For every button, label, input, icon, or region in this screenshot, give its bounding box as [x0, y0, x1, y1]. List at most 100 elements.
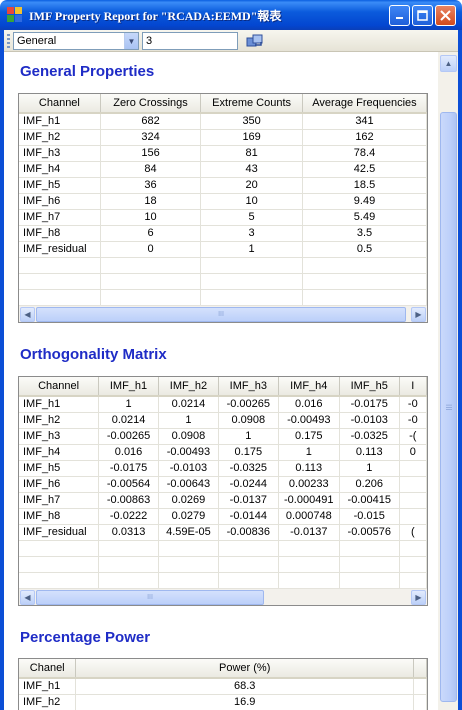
refresh-button[interactable]: [246, 33, 264, 49]
table-cell[interactable]: 350: [200, 113, 303, 130]
table-cell[interactable]: -0.00265: [98, 428, 159, 445]
table-row[interactable]: IMF_h4 0.016 -0.00493 0.175 1 0.113 0: [19, 444, 427, 461]
table-cell[interactable]: 78.4: [302, 145, 427, 162]
table-row[interactable]: IMF_h2 16.9: [19, 694, 427, 710]
table-cell[interactable]: -0.0175: [339, 396, 400, 413]
table-cell[interactable]: 1: [200, 241, 303, 258]
table-cell[interactable]: 0.0908: [218, 412, 279, 429]
table-cell[interactable]: [399, 476, 427, 493]
table-cell[interactable]: 3: [200, 225, 303, 242]
table-cell[interactable]: 0.0313: [98, 524, 159, 541]
table-cell[interactable]: -0.00643: [158, 476, 219, 493]
table-cell[interactable]: 0.113: [339, 444, 400, 461]
row-channel-cell[interactable]: IMF_h5: [19, 460, 100, 477]
minimize-button[interactable]: [389, 5, 410, 26]
table-cell[interactable]: 0.175: [218, 444, 279, 461]
table-cell[interactable]: 9.49: [302, 193, 427, 210]
table-row[interactable]: IMF_h2 324 169 162: [19, 129, 427, 146]
table-cell[interactable]: 16.9: [75, 694, 415, 710]
column-header[interactable]: Channel: [19, 377, 100, 397]
table-cell[interactable]: 20: [200, 177, 303, 194]
table-cell[interactable]: -0.0175: [98, 460, 159, 477]
table-cell[interactable]: 1: [158, 412, 219, 429]
table-cell[interactable]: -0.00576: [339, 524, 400, 541]
table-cell[interactable]: -(: [399, 428, 427, 445]
table-cell[interactable]: -0.00493: [158, 444, 219, 461]
maximize-button[interactable]: [412, 5, 433, 26]
row-channel-cell[interactable]: IMF_h4: [19, 161, 101, 178]
row-channel-cell[interactable]: IMF_h6: [19, 193, 101, 210]
row-channel-cell[interactable]: IMF_h1: [19, 678, 77, 695]
table-row[interactable]: IMF_h8 6 3 3.5: [19, 225, 427, 242]
table-cell[interactable]: -0.00863: [98, 492, 159, 509]
table-cell[interactable]: 0.0908: [158, 428, 219, 445]
table-cell[interactable]: 0.113: [278, 460, 340, 477]
row-channel-cell[interactable]: IMF_h4: [19, 444, 100, 461]
row-channel-cell[interactable]: IMF_residual: [19, 524, 100, 541]
table-row[interactable]: IMF_h6 -0.00564 -0.00643 -0.0244 0.00233 0.20…: [19, 476, 427, 493]
table-cell[interactable]: -0: [399, 396, 427, 413]
table-cell[interactable]: -0.00493: [278, 412, 340, 429]
table-cell[interactable]: 0.0214: [158, 396, 219, 413]
table-cell[interactable]: -0.00836: [218, 524, 279, 541]
table-cell[interactable]: -0.0325: [218, 460, 279, 477]
column-header[interactable]: I: [399, 377, 427, 397]
table-cell[interactable]: 81: [200, 145, 303, 162]
general-grid-hscrollbar[interactable]: ◀ III ▶: [19, 305, 427, 322]
table-cell[interactable]: (: [399, 524, 427, 541]
table-cell[interactable]: 0.0279: [158, 508, 219, 525]
column-header[interactable]: Channel: [19, 94, 101, 114]
table-row[interactable]: IMF_residual 0 1 0.5: [19, 241, 427, 258]
table-cell[interactable]: -0.0222: [98, 508, 159, 525]
toolbar-grip[interactable]: [7, 34, 10, 49]
close-button[interactable]: [435, 5, 456, 26]
column-header[interactable]: Chanel: [19, 659, 77, 679]
report-type-combo[interactable]: General ▼: [13, 32, 139, 50]
scroll-left-icon[interactable]: ◀: [20, 590, 35, 605]
table-cell[interactable]: 1: [218, 428, 279, 445]
table-cell[interactable]: 0.00233: [278, 476, 340, 493]
table-cell[interactable]: 0.000748: [278, 508, 340, 525]
column-header[interactable]: Average Frequencies: [302, 94, 427, 114]
table-cell[interactable]: -0.015: [339, 508, 400, 525]
table-cell[interactable]: 0.175: [278, 428, 340, 445]
table-cell[interactable]: 5.49: [302, 209, 427, 226]
table-cell[interactable]: 0.016: [278, 396, 340, 413]
table-cell[interactable]: -0.0244: [218, 476, 279, 493]
row-channel-cell[interactable]: IMF_h3: [19, 428, 100, 445]
table-cell[interactable]: 156: [100, 145, 202, 162]
table-cell[interactable]: 0.206: [339, 476, 400, 493]
row-channel-cell[interactable]: IMF_h2: [19, 694, 77, 710]
table-row[interactable]: IMF_h8 -0.0222 0.0279 -0.0144 0.000748 -0.015: [19, 508, 427, 525]
table-row[interactable]: IMF_h7 -0.00863 0.0269 -0.0137 -0.000491 -0.0…: [19, 492, 427, 509]
page-vscrollbar[interactable]: ▲ III: [438, 52, 458, 710]
row-channel-cell[interactable]: IMF_h2: [19, 129, 101, 146]
table-cell[interactable]: 5: [200, 209, 303, 226]
row-channel-cell[interactable]: IMF_h7: [19, 209, 101, 226]
row-channel-cell[interactable]: IMF_h1: [19, 396, 100, 413]
table-cell[interactable]: -0.0144: [218, 508, 279, 525]
table-cell[interactable]: 0.016: [98, 444, 159, 461]
table-cell[interactable]: 1: [278, 444, 340, 461]
page-scroll-thumb[interactable]: III: [440, 112, 457, 702]
table-cell[interactable]: 1: [339, 460, 400, 477]
table-cell[interactable]: 0: [100, 241, 202, 258]
row-channel-cell[interactable]: IMF_h8: [19, 225, 101, 242]
column-header[interactable]: IMF_h4: [278, 377, 340, 397]
orthogonality-grid-scroll-thumb[interactable]: III: [36, 590, 264, 605]
title-bar[interactable]: IMF Property Report for "RCADA:EEMD"報表: [0, 0, 462, 30]
table-cell[interactable]: 42.5: [302, 161, 427, 178]
table-cell[interactable]: 169: [200, 129, 303, 146]
table-cell[interactable]: [399, 492, 427, 509]
row-channel-cell[interactable]: IMF_h1: [19, 113, 101, 130]
table-cell[interactable]: 0.0269: [158, 492, 219, 509]
table-cell[interactable]: 43: [200, 161, 303, 178]
table-cell[interactable]: 682: [100, 113, 202, 130]
column-header[interactable]: IMF_h3: [218, 377, 279, 397]
scroll-up-icon[interactable]: ▲: [440, 55, 457, 72]
number-input[interactable]: 3: [142, 32, 238, 50]
table-cell[interactable]: 341: [302, 113, 427, 130]
table-cell[interactable]: -0.0137: [278, 524, 340, 541]
table-row[interactable]: IMF_residual 0.0313 4.59E-05 -0.00836 -0.013…: [19, 524, 427, 541]
table-cell[interactable]: 10: [100, 209, 202, 226]
